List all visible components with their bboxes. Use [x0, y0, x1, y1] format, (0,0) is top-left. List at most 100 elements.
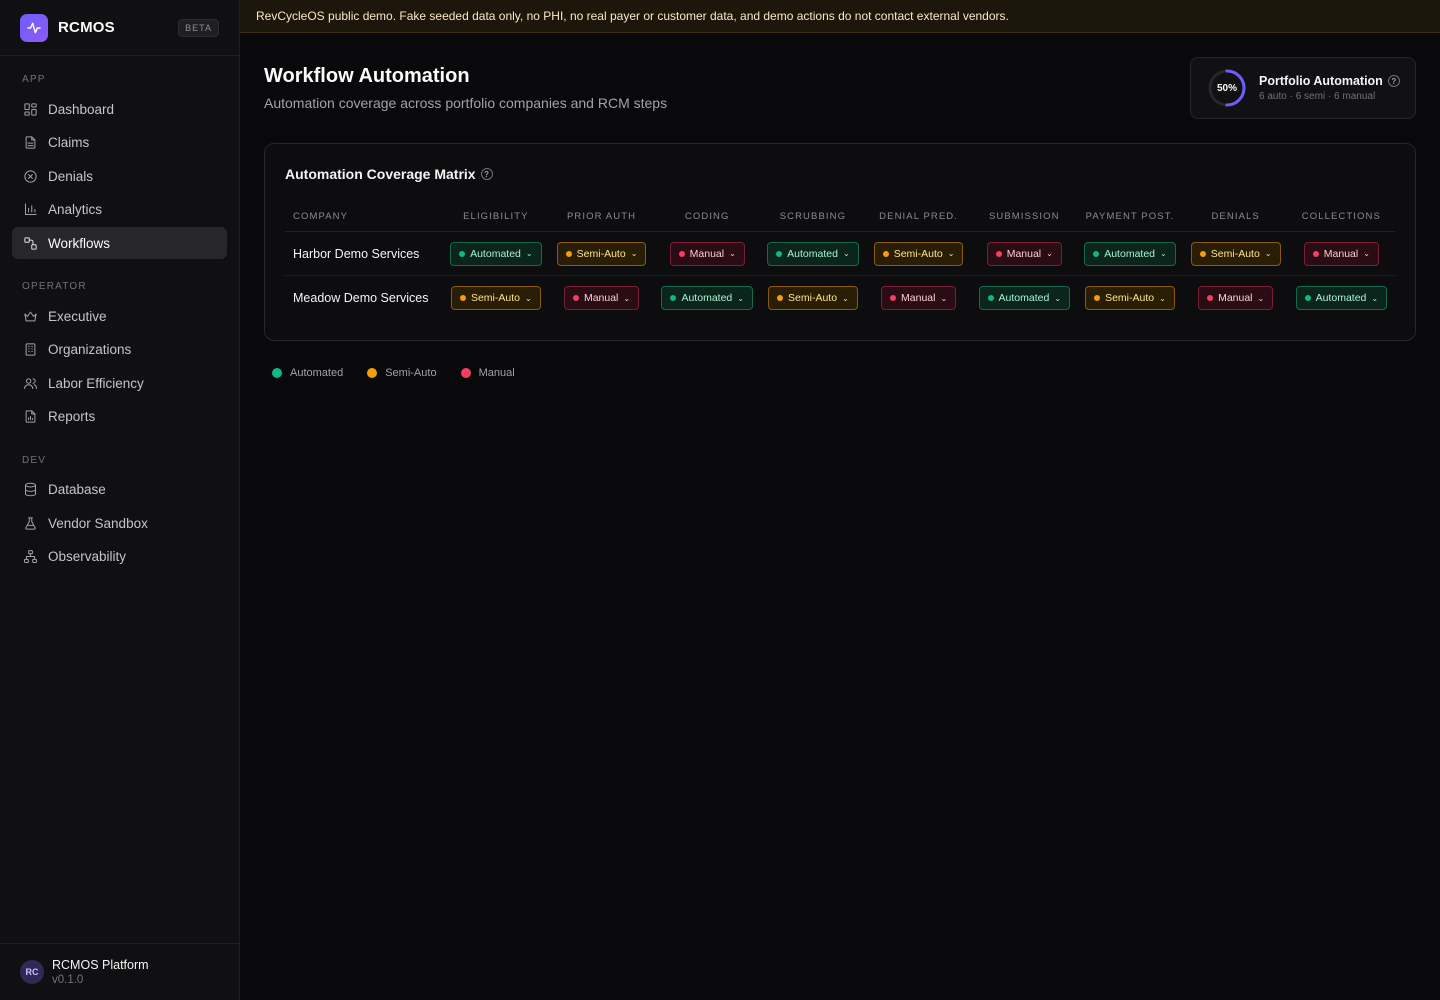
- portfolio-automation-card: 50% Portfolio Automation ? 6 auto · 6 se…: [1190, 57, 1416, 119]
- automation-status-dropdown[interactable]: Semi-Auto ⌄: [450, 286, 541, 310]
- status-label: Automated: [470, 247, 521, 260]
- help-icon[interactable]: ?: [1387, 75, 1400, 87]
- pulse-logo-icon: [20, 13, 48, 42]
- sidebar-item-label: Database: [48, 482, 106, 497]
- sidebar-item-vendor-sandbox[interactable]: Vendor Sandbox: [12, 507, 227, 539]
- automation-status-dropdown[interactable]: Semi-Auto ⌄: [556, 241, 647, 266]
- dashboard-icon: [22, 101, 38, 117]
- sidebar-item-executive[interactable]: Executive: [12, 300, 227, 332]
- status-dot: [995, 250, 1002, 257]
- status-label: Automated: [998, 292, 1050, 304]
- status-dot: [777, 295, 784, 301]
- chevron-down-icon: ⌄: [623, 293, 631, 303]
- sidebar-item-dashboard[interactable]: Dashboard: [12, 93, 227, 125]
- sidebar-item-analytics[interactable]: Analytics: [12, 194, 227, 226]
- column-header: ELIGIBILITY: [463, 211, 529, 222]
- sidebar-item-label: Dashboard: [48, 101, 115, 117]
- table-row: Meadow Demo Services Semi-Auto ⌄ Manual …: [285, 276, 1395, 320]
- chevron-down-icon: ⌄: [1264, 249, 1272, 258]
- automation-progress-ring: 50%: [1207, 68, 1247, 108]
- company-name: Meadow Demo Services: [293, 291, 429, 305]
- app-name: RCMOS: [58, 19, 115, 36]
- sidebar-item-label: Claims: [48, 135, 90, 150]
- platform-version: v0.1.0: [52, 974, 84, 986]
- kpi-summary: 6 auto · 6 semi · 6 manual: [1259, 91, 1376, 102]
- legend-item: Manual: [460, 367, 515, 379]
- status-dot: [678, 250, 685, 257]
- chevron-down-icon: ⌄: [525, 293, 532, 303]
- status-label: Semi-Auto: [788, 292, 838, 304]
- automation-status-dropdown[interactable]: Semi-Auto ⌄: [873, 241, 964, 266]
- automation-status-dropdown[interactable]: Automated ⌄: [767, 241, 859, 266]
- automation-status-dropdown[interactable]: Manual ⌄: [669, 241, 745, 266]
- chevron-down-icon: ⌄: [947, 249, 955, 258]
- sidebar-item-organizations[interactable]: Organizations: [12, 334, 227, 366]
- brand: RCMOS BETA: [0, 0, 239, 56]
- status-label: Manual: [689, 247, 725, 260]
- sidebar-item-labor-efficiency[interactable]: Labor Efficiency: [12, 367, 227, 399]
- automation-status-dropdown[interactable]: Automated ⌄: [978, 286, 1071, 310]
- crown-icon: [22, 308, 38, 324]
- column-header: SCRUBBING: [779, 211, 847, 222]
- sidebar-item-observability[interactable]: Observability: [12, 541, 227, 573]
- status-dot: [1094, 295, 1101, 301]
- status-label: Automated: [787, 247, 838, 260]
- automation-status-dropdown[interactable]: Manual ⌄: [1303, 241, 1379, 266]
- sidebar-item-label: Labor Efficiency: [48, 375, 144, 391]
- status-dot: [776, 250, 783, 257]
- status-dot: [1207, 295, 1214, 301]
- automation-status-dropdown[interactable]: Manual ⌄: [563, 286, 640, 310]
- chevron-down-icon: ⌄: [842, 293, 849, 303]
- x-circle-icon: [22, 168, 38, 184]
- chevron-down-icon: ⌄: [729, 249, 736, 258]
- status-dot: [459, 250, 466, 257]
- status-dot: [890, 295, 897, 301]
- sidebar-item-label: Denials: [48, 168, 94, 184]
- sidebar-item-workflows[interactable]: Workflows: [12, 227, 227, 259]
- automation-matrix-card: Automation Coverage Matrix ? COMPANY ELIG…: [264, 143, 1416, 341]
- sidebar-item-claims[interactable]: Claims: [12, 127, 227, 159]
- matrix-header-row: COMPANY ELIGIBILITY PRIOR AUTH CODING SCRUBB…: [285, 202, 1395, 232]
- automation-status-dropdown[interactable]: Semi-Auto ⌄: [768, 286, 858, 310]
- automation-status-dropdown[interactable]: Automated ⌄: [661, 286, 753, 310]
- bar-chart-icon: [22, 202, 38, 218]
- status-dot: [670, 295, 677, 301]
- automation-status-dropdown[interactable]: Automated ⌄: [1295, 286, 1388, 310]
- automation-status-dropdown[interactable]: Automated ⌄: [450, 241, 542, 266]
- column-header: PRIOR AUTH: [567, 211, 637, 222]
- automation-status-dropdown[interactable]: Semi-Auto ⌄: [1190, 241, 1281, 266]
- page-subtitle: Automation coverage across portfolio com…: [264, 95, 668, 111]
- status-dot: [882, 250, 889, 257]
- column-header: PAYMENT POST.: [1085, 211, 1175, 222]
- sidebar-item-database[interactable]: Database: [12, 474, 227, 506]
- automation-status-dropdown[interactable]: Automated ⌄: [1084, 241, 1176, 266]
- status-dot: [1199, 250, 1206, 257]
- automation-status-dropdown[interactable]: Manual ⌄: [986, 241, 1062, 266]
- chevron-down-icon: ⌄: [1159, 293, 1166, 303]
- legend-dot: [367, 368, 378, 378]
- status-label: Manual: [1218, 292, 1253, 304]
- chevron-down-icon: ⌄: [1160, 249, 1167, 258]
- column-header: DENIALS: [1211, 211, 1260, 222]
- sidebar-item-reports[interactable]: Reports: [12, 401, 227, 433]
- nav-section-label: OPERATOR: [22, 281, 87, 292]
- chevron-down-icon: ⌄: [737, 293, 744, 303]
- platform-name: RCMOS Platform: [52, 958, 149, 972]
- sidebar: RCMOS BETA APP Dashboard Claims Denials …: [0, 0, 240, 1000]
- sidebar-item-denials[interactable]: Denials: [12, 160, 227, 192]
- status-label: Semi-Auto: [576, 247, 626, 260]
- help-icon[interactable]: ?: [480, 168, 493, 180]
- sidebar-footer[interactable]: RC RCMOS Platform v0.1.0: [0, 943, 239, 1000]
- status-label: Automated: [681, 292, 733, 304]
- automation-status-dropdown[interactable]: Manual ⌄: [881, 286, 957, 310]
- chevron-down-icon: ⌄: [842, 249, 850, 258]
- sidebar-item-label: Reports: [48, 409, 96, 424]
- matrix-title: Automation Coverage Matrix: [285, 166, 476, 182]
- chevron-down-icon: ⌄: [1046, 249, 1053, 258]
- company-name: Harbor Demo Services: [293, 246, 420, 261]
- nav-section-label: APP: [22, 74, 46, 85]
- sidebar-nav: APP Dashboard Claims Denials Analytics W…: [0, 74, 239, 573]
- automation-status-dropdown[interactable]: Manual ⌄: [1198, 286, 1274, 310]
- database-icon: [22, 482, 38, 498]
- automation-status-dropdown[interactable]: Semi-Auto ⌄: [1085, 286, 1175, 310]
